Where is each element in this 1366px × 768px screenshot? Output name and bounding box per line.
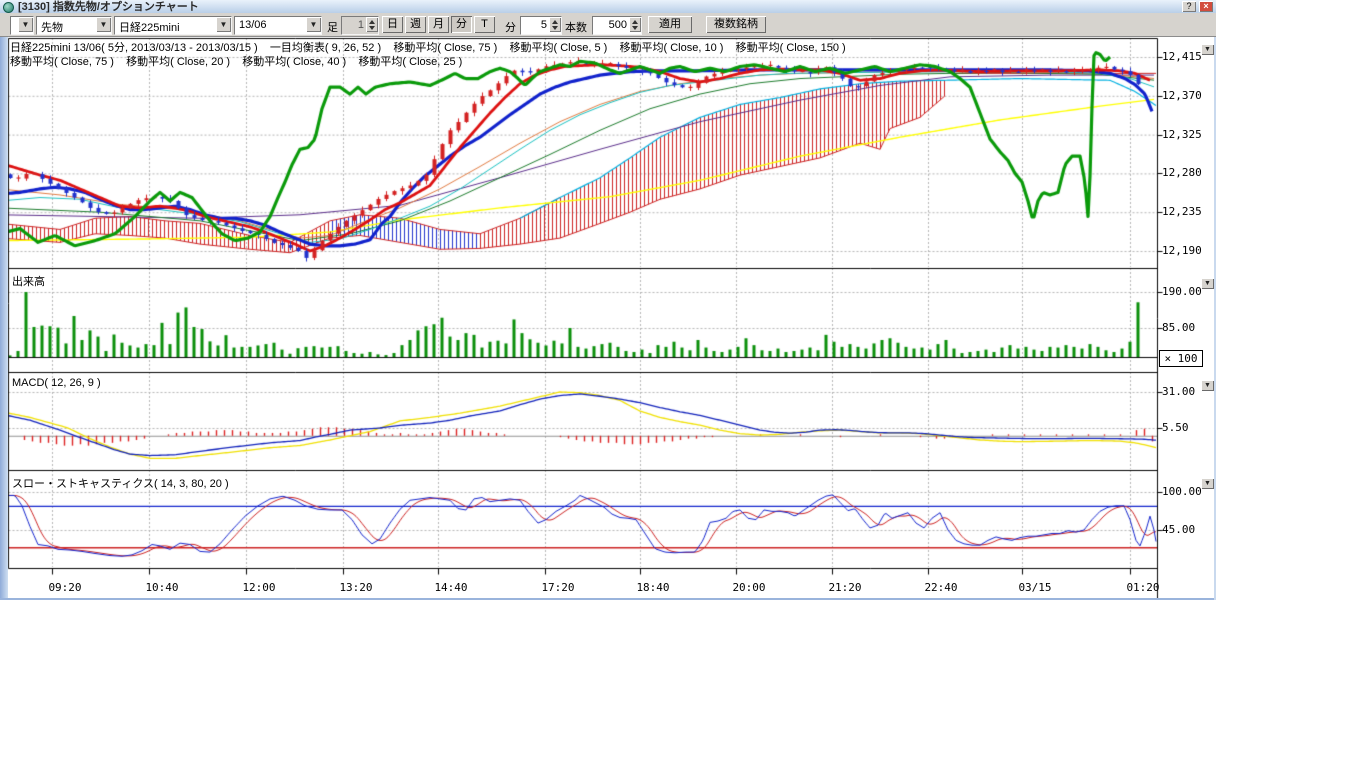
y-axis-label: 12,190 — [1162, 244, 1202, 257]
bar-interval-value: 1 — [358, 19, 364, 31]
title-bar: [3130] 指数先物/オプションチャート ? × — [0, 0, 1216, 14]
toolbar: ▼ 先物 ▼ 日経225mini ▼ 13/06 ▼ 足 1 日 週 月 分 T… — [0, 13, 1216, 37]
spin-up-icon[interactable] — [369, 20, 375, 24]
chart-area: 日経225mini 13/06( 5分, 2013/03/13 - 2013/0… — [0, 0, 1216, 600]
x-axis-label: 22:40 — [924, 581, 957, 594]
app-icon — [3, 2, 14, 13]
period-week-button[interactable]: 週 — [405, 16, 426, 33]
chevron-down-icon: ▼ — [306, 17, 321, 32]
apply-button[interactable]: 適用 — [648, 16, 692, 33]
bar-type-label: 足 — [327, 19, 338, 35]
chevron-down-icon: ▼ — [216, 17, 231, 32]
mini-dropdown[interactable]: ▼ — [10, 16, 34, 35]
multi-symbol-button[interactable]: 複数銘柄 — [706, 16, 766, 33]
macd-axis-dropdown-button[interactable]: ▼ — [1201, 380, 1214, 391]
symbol-value: 日経225mini — [119, 19, 180, 35]
bar-count-value: 500 — [609, 19, 627, 31]
x-axis-label: 14:40 — [434, 581, 467, 594]
bar-interval-stepper[interactable]: 1 — [341, 16, 379, 35]
x-axis-label: 09:20 — [48, 581, 81, 594]
spin-down-icon[interactable] — [369, 26, 375, 30]
spin-down-icon[interactable] — [552, 26, 558, 30]
legend-line-2: 移動平均( Close, 75 ) 移動平均( Close, 20 ) 移動平均… — [10, 53, 462, 69]
chevron-down-icon: ▼ — [1204, 46, 1211, 53]
x-axis-label: 10:40 — [145, 581, 178, 594]
y-axis-label: 100.00 — [1162, 485, 1202, 498]
y-axis-label: 31.00 — [1162, 385, 1195, 398]
close-button[interactable]: × — [1199, 1, 1213, 12]
y-axis-label: 45.00 — [1162, 523, 1195, 536]
help-button[interactable]: ? — [1182, 1, 1196, 12]
x-axis-label: 03/15 — [1018, 581, 1051, 594]
period-month-button[interactable]: 月 — [428, 16, 449, 33]
period-minute-button[interactable]: 分 — [451, 16, 472, 33]
window-bottom-border — [0, 598, 1216, 600]
volume-panel-label: 出来高 — [12, 273, 45, 289]
x-axis-label: 13:20 — [339, 581, 372, 594]
bar-count-label: 本数 — [565, 19, 587, 35]
category-value: 先物 — [41, 19, 63, 35]
symbol-select[interactable]: 日経225mini ▼ — [114, 16, 232, 35]
x-axis-label: 01:20 — [1126, 581, 1159, 594]
minute-label: 分 — [505, 19, 516, 35]
window-right-border — [1214, 36, 1216, 600]
bar-count-stepper[interactable]: 500 — [592, 16, 642, 35]
app-window: 日経225mini 13/06( 5分, 2013/03/13 - 2013/0… — [0, 0, 1216, 600]
volume-axis-dropdown-button[interactable]: ▼ — [1201, 278, 1214, 289]
y-axis-label: 85.00 — [1162, 321, 1195, 334]
price-axis-dropdown-button[interactable]: ▼ — [1201, 44, 1214, 55]
y-axis-label: 5.50 — [1162, 421, 1189, 434]
contract-month-value: 13/06 — [239, 19, 267, 31]
macd-panel-label: MACD( 12, 26, 9 ) — [12, 377, 101, 389]
window-left-border — [0, 36, 8, 598]
x-axis-label: 20:00 — [732, 581, 765, 594]
stoch-panel-label: スロー・ストキャスティクス( 14, 3, 80, 20 ) — [12, 475, 229, 491]
period-tick-button[interactable]: T — [474, 16, 495, 33]
chevron-down-icon: ▼ — [18, 17, 33, 32]
y-axis-label: 12,325 — [1162, 128, 1202, 141]
x-axis-label: 21:20 — [828, 581, 861, 594]
minute-value: 5 — [541, 19, 547, 31]
y-axis-label: 12,235 — [1162, 205, 1202, 218]
volume-multiplier-box: × 100 — [1159, 350, 1203, 367]
chevron-down-icon: ▼ — [1204, 280, 1211, 287]
chevron-down-icon: ▼ — [1204, 480, 1211, 487]
y-axis-label: 12,370 — [1162, 89, 1202, 102]
x-axis-label: 18:40 — [636, 581, 669, 594]
y-axis-label: 12,415 — [1162, 50, 1202, 63]
y-axis-label: 12,280 — [1162, 166, 1202, 179]
stoch-axis-dropdown-button[interactable]: ▼ — [1201, 478, 1214, 489]
period-day-button[interactable]: 日 — [382, 16, 403, 33]
x-axis-label: 12:00 — [242, 581, 275, 594]
spin-down-icon[interactable] — [632, 26, 638, 30]
contract-month-select[interactable]: 13/06 ▼ — [234, 16, 322, 35]
spin-up-icon[interactable] — [552, 20, 558, 24]
spin-up-icon[interactable] — [632, 20, 638, 24]
y-axis-label: 190.00 — [1162, 285, 1202, 298]
x-axis-label: 17:20 — [541, 581, 574, 594]
chevron-down-icon: ▼ — [1204, 382, 1211, 389]
category-select[interactable]: 先物 ▼ — [36, 16, 112, 35]
window-title: [3130] 指数先物/オプションチャート — [18, 0, 199, 14]
chevron-down-icon: ▼ — [96, 17, 111, 32]
minute-stepper[interactable]: 5 — [520, 16, 562, 35]
chart-canvas[interactable] — [0, 0, 1216, 600]
